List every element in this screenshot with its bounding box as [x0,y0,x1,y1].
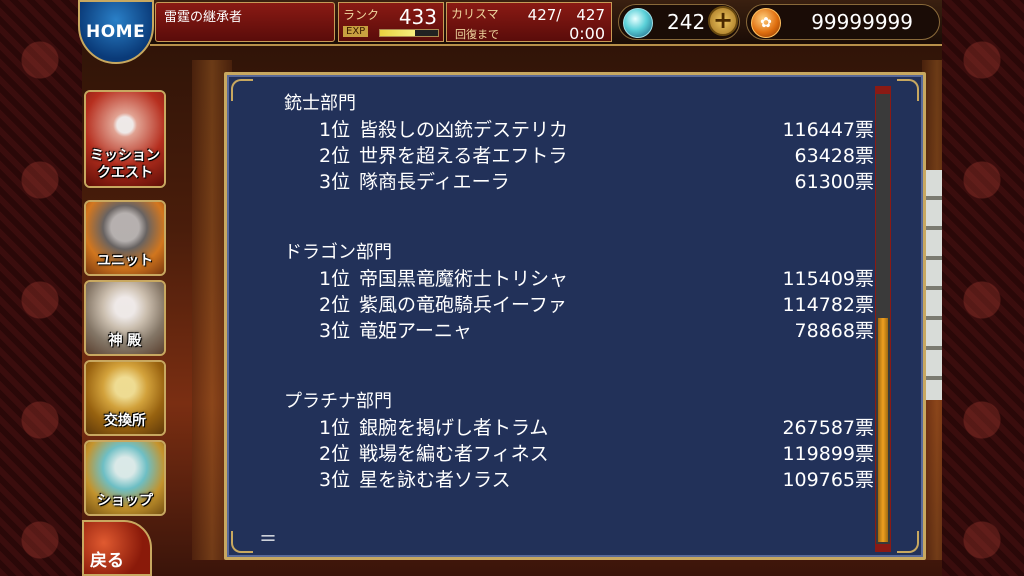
entry-votes: 115409票 [782,268,874,290]
scrollbar[interactable] [875,86,891,552]
footer-text: ＝ [259,529,277,550]
recovery-value: 0:00 [569,24,605,43]
entry-votes: 78868票 [794,320,874,342]
entry-votes: 61300票 [794,171,874,193]
entry-rank: 1位 [319,268,351,290]
charisma-label: カリスマ [451,7,499,21]
add-gems-button[interactable]: + [708,6,738,36]
player-title: 雷霆の継承者 [164,10,243,25]
charisma-value: 427/ 427 [527,6,605,24]
result-entry: 1位 皆殺しの凶銃デステリカ 116447票 [284,117,874,143]
menu-label: 交換所 [104,413,146,429]
exp-label: EXP [343,26,369,37]
left-border-pattern [0,0,82,576]
exp-bar-fill [380,30,415,36]
back-label: 戻る [90,551,124,571]
entry-rank: 2位 [319,294,351,316]
gem-value: 242 [667,10,706,34]
menu-label: ショップ [97,493,153,509]
menu-temple[interactable]: 神 殿 [84,280,166,356]
scrollbar-thumb[interactable] [878,318,888,542]
menu-exchange[interactable]: 交換所 [84,360,166,436]
result-entry: 1位 帝国黒竜魔術士トリシャ 115409票 [284,266,874,292]
charisma-box: カリスマ 427/ 427 回復まで 0:00 [446,2,612,43]
home-label: HOME [86,22,146,42]
entry-name: 紫風の竜砲騎兵イーファ [359,294,567,316]
entry-name: 竜姫アーニャ [359,320,472,342]
entry-name: 星を詠む者ソラス [359,469,511,491]
exp-bar [379,29,439,37]
right-border-pattern [942,0,1024,576]
result-entry: 3位 隊商長ディエーラ 61300票 [284,169,874,195]
player-title-box: 雷霆の継承者 [155,2,335,42]
result-entry: 3位 竜姫アーニャ 78868票 [284,318,874,344]
entry-name: 銀腕を掲げし者トラム [359,417,549,439]
entry-votes: 63428票 [794,145,874,167]
panel-corner-ornament [897,79,919,101]
category-title: プラチナ部門 [284,391,392,412]
entry-name: 隊商長ディエーラ [359,171,510,193]
scrollbar-cap [875,544,891,552]
rank-value: 433 [398,5,437,29]
crystal-icon [623,8,653,38]
result-entry: 3位 星を詠む者ソラス 109765票 [284,467,874,493]
menu-mission-quest[interactable]: ミッション クエスト [84,90,166,188]
result-entry: 2位 戦場を編む者フィネス 119899票 [284,441,874,467]
entry-votes: 109765票 [782,469,874,491]
category-title: 銃士部門 [284,93,356,114]
result-entry: 1位 銀腕を掲げし者トラム 267587票 [284,415,874,441]
entry-name: 戦場を編む者フィネス [359,443,549,465]
results-panel: 銃士部門 1位 皆殺しの凶銃デステリカ 116447票 2位 世界を超える者エフ… [224,72,926,560]
entry-rank: 1位 [319,417,351,439]
entry-name: 帝国黒竜魔術士トリシャ [359,268,569,290]
scrollbar-cap [875,86,891,94]
gold-coin-icon: ✿ [751,8,781,38]
recovery-label: 回復まで [455,28,499,41]
menu-unit[interactable]: ユニット [84,200,166,276]
panel-corner-ornament [231,531,253,553]
result-entry: 2位 紫風の竜砲騎兵イーファ 114782票 [284,292,874,318]
entry-rank: 2位 [319,145,351,167]
entry-name: 世界を超える者エフトラ [359,145,568,167]
menu-label: ミッション クエスト [90,148,160,181]
entry-votes: 267587票 [782,417,874,439]
menu-label: 神 殿 [108,333,142,349]
back-button[interactable]: 戻る [82,520,152,576]
gold-counter: ✿ 99999999 [746,4,940,40]
category-title: ドラゴン部門 [284,242,392,263]
gold-value: 99999999 [811,10,913,34]
menu-shop[interactable]: ショップ [84,440,166,516]
rank-label: ランク [343,8,380,22]
entry-rank: 3位 [319,469,351,491]
entry-votes: 114782票 [782,294,874,316]
results-list: 銃士部門 1位 皆殺しの凶銃デステリカ 116447票 2位 世界を超える者エフ… [284,91,874,493]
entry-rank: 3位 [319,171,351,193]
entry-name: 皆殺しの凶銃デステリカ [359,119,569,141]
rank-box: ランク 433 EXP [338,2,444,42]
entry-rank: 2位 [319,443,351,465]
menu-label: ユニット [97,253,153,269]
results-panel-inner: 銃士部門 1位 皆殺しの凶銃デステリカ 116447票 2位 世界を超える者エフ… [227,75,923,557]
panel-corner-ornament [231,79,253,101]
entry-rank: 1位 [319,119,351,141]
entry-votes: 116447票 [782,119,874,141]
entry-votes: 119899票 [782,443,874,465]
panel-corner-ornament [897,531,919,553]
result-entry: 2位 世界を超える者エフトラ 63428票 [284,143,874,169]
entry-rank: 3位 [319,320,351,342]
